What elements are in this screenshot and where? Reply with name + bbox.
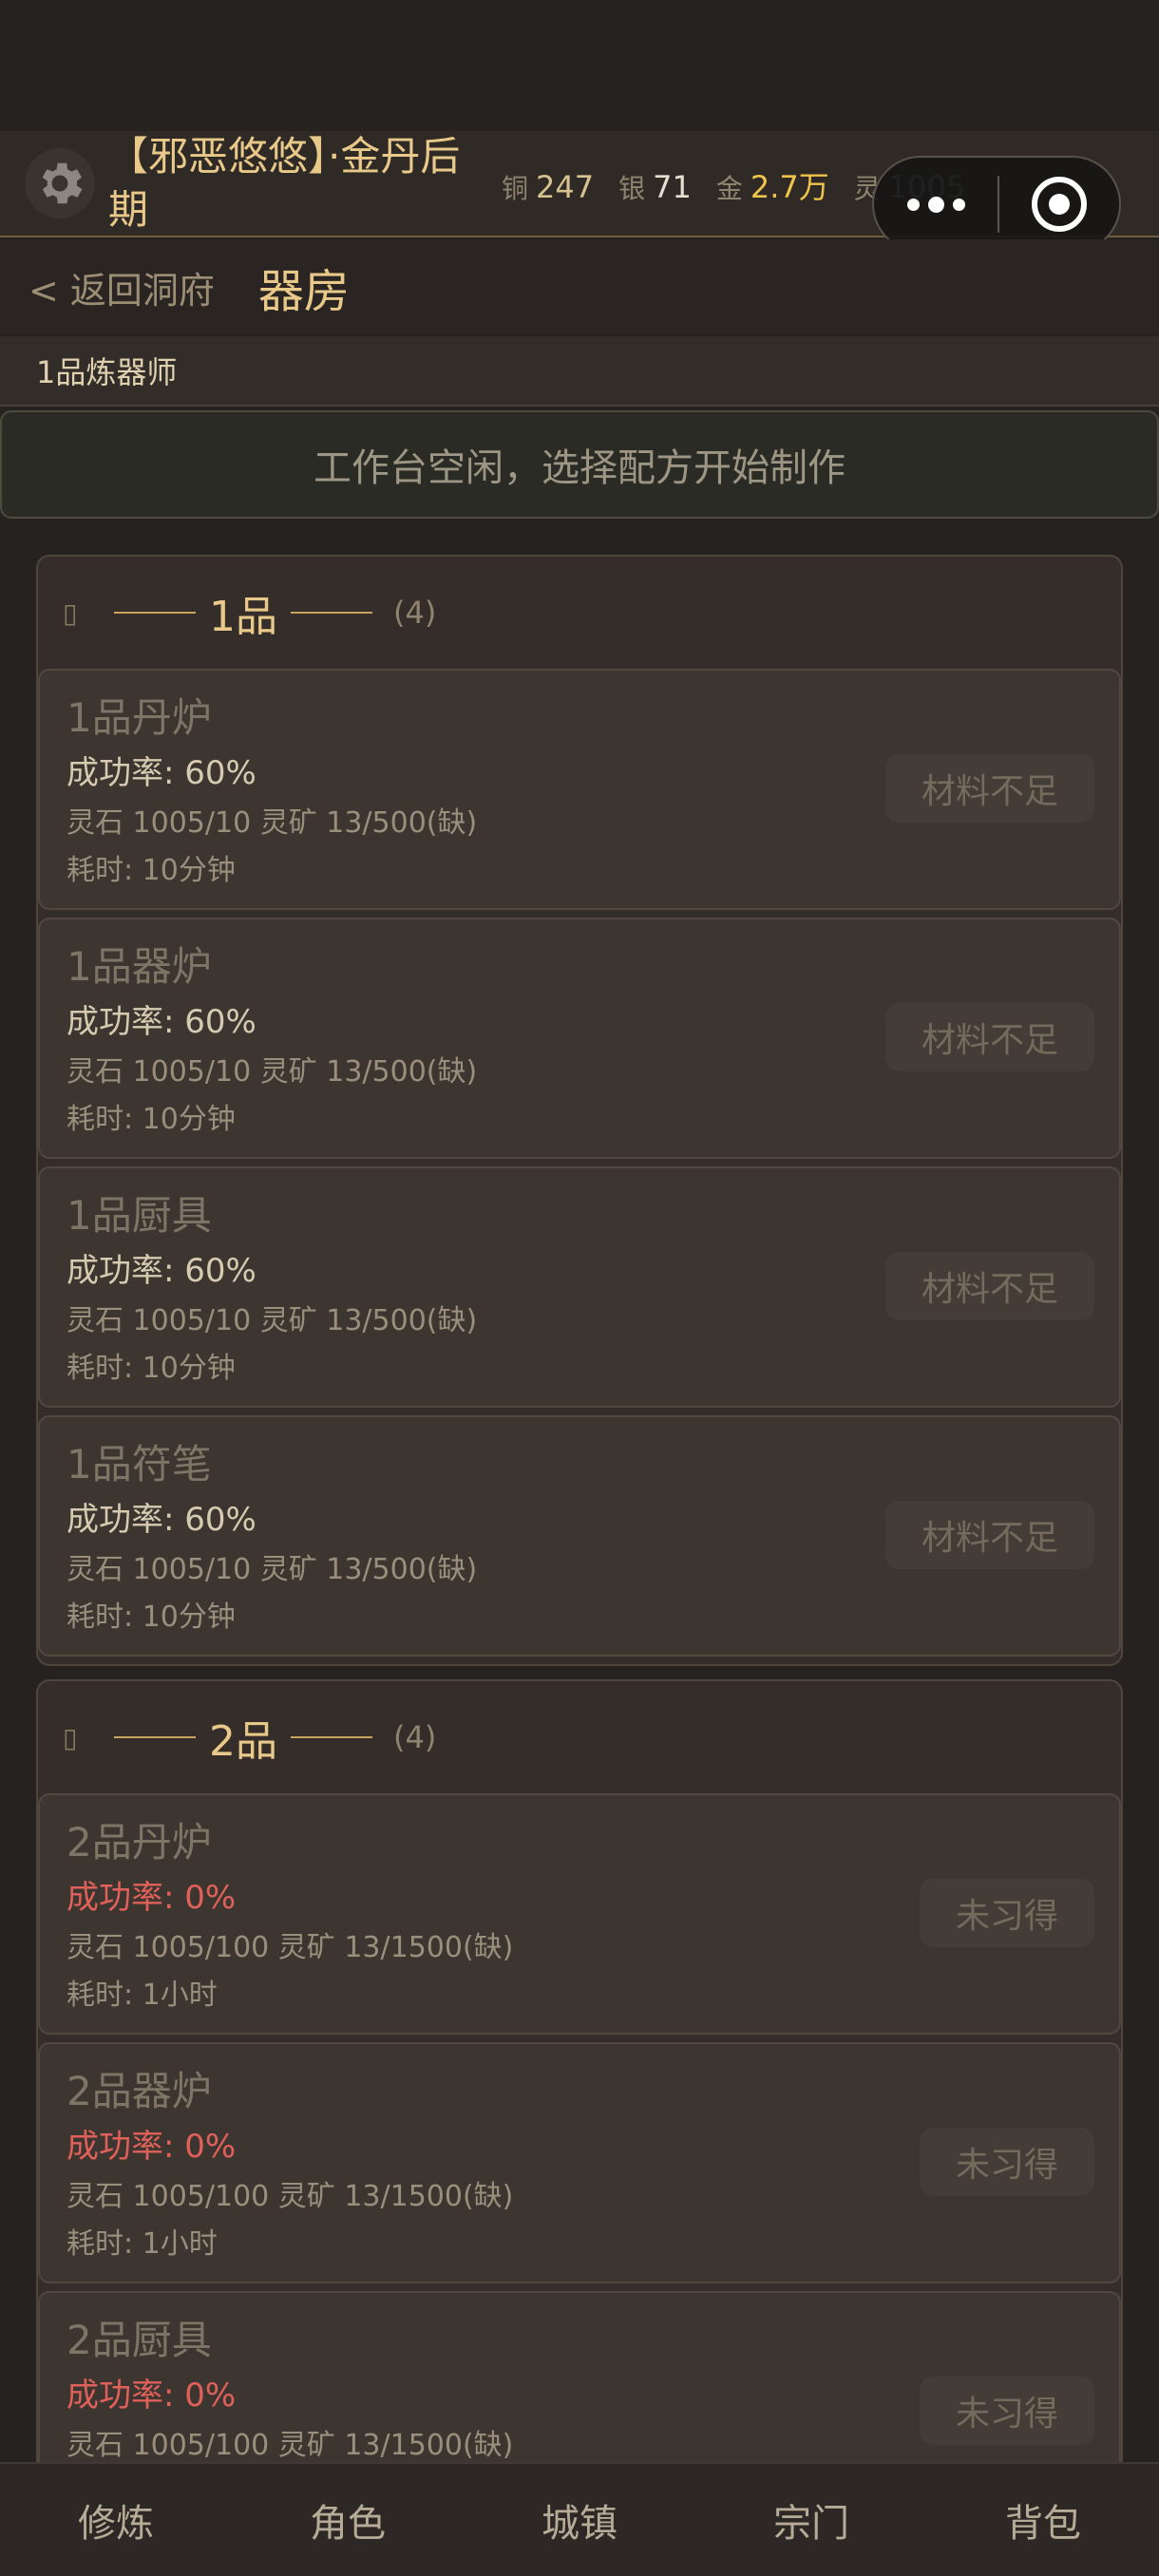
craft-button[interactable]: 材料不足 <box>884 754 1094 823</box>
tab-backpack[interactable]: 背包 <box>927 2464 1159 2576</box>
craft-time: 耗时: 10分钟 <box>66 1352 236 1385</box>
craft-time: 耗时: 10分钟 <box>66 1601 236 1634</box>
divider <box>114 1736 196 1738</box>
recipe-name: 2品厨具 <box>66 2317 212 2363</box>
recipe-group-2: ▯ 2品 (4) 2品丹炉 成功率: 0% 灵石 1005/100 灵矿 13/… <box>36 1679 1123 2542</box>
craft-button[interactable]: 材料不足 <box>884 1252 1094 1320</box>
recipe-name: 2品丹炉 <box>66 1819 212 1866</box>
back-button[interactable]: < 返回洞府 <box>28 261 215 313</box>
collapse-icon: ▯ <box>63 1721 78 1753</box>
craft-button[interactable]: 未习得 <box>919 2377 1094 2445</box>
more-button[interactable] <box>874 158 998 251</box>
craft-time: 耗时: 10分钟 <box>66 1103 236 1136</box>
status-bar-area <box>0 0 1159 131</box>
recipe-name: 1品丹炉 <box>66 694 212 741</box>
character-name: 【邪恶悠悠】·金丹后期 <box>108 133 461 233</box>
recipe-list: ▯ 1品 (4) 1品丹炉 成功率: 60% 灵石 1005/10 灵矿 13/… <box>36 555 1123 2555</box>
group-count: (4) <box>393 595 437 631</box>
workbench-status: 工作台空闲，选择配方开始制作 <box>0 410 1159 519</box>
craft-button[interactable]: 材料不足 <box>884 1003 1094 1071</box>
divider <box>291 1736 372 1738</box>
nav-bar: < 返回洞府 器房 <box>0 239 1159 334</box>
settings-button[interactable] <box>25 148 95 218</box>
craft-button[interactable]: 未习得 <box>919 1879 1094 1947</box>
currency-label: 金 <box>715 173 743 204</box>
miniprogram-capsule <box>872 156 1121 253</box>
tab-cultivate[interactable]: 修炼 <box>0 2464 232 2576</box>
craft-button[interactable]: 材料不足 <box>884 1501 1094 1569</box>
recipe-group-1: ▯ 1品 (4) 1品丹炉 成功率: 60% 灵石 1005/10 灵矿 13/… <box>36 555 1123 1666</box>
currency-silver: 银 71 <box>618 168 692 206</box>
currency-label: 铜 <box>502 173 529 204</box>
group-count: (4) <box>393 1719 437 1755</box>
page-title: 器房 <box>257 265 350 318</box>
tab-character[interactable]: 角色 <box>232 2464 464 2576</box>
group-header[interactable]: ▯ 2品 (4) <box>38 1681 1121 1793</box>
currency-value: 71 <box>653 169 692 205</box>
gear-icon <box>42 162 83 204</box>
tab-town[interactable]: 城镇 <box>464 2464 695 2576</box>
group-header[interactable]: ▯ 1品 (4) <box>38 557 1121 669</box>
currency-label: 银 <box>618 173 646 204</box>
recipe-name: 2品器炉 <box>66 2068 212 2114</box>
rank-label: 1品炼器师 <box>0 336 1159 407</box>
craft-time: 耗时: 10分钟 <box>66 854 236 887</box>
recipe-card: 2品器炉 成功率: 0% 灵石 1005/100 灵矿 13/1500(缺) 耗… <box>38 2042 1121 2283</box>
recipe-card: 2品丹炉 成功率: 0% 灵石 1005/100 灵矿 13/1500(缺) 耗… <box>38 1793 1121 2035</box>
currency-value: 247 <box>536 169 595 205</box>
more-dot-icon <box>952 198 965 211</box>
currency-copper: 铜 247 <box>502 168 594 206</box>
group-title: 2品 <box>209 1717 277 1766</box>
recipe-name: 1品符笔 <box>66 1441 212 1487</box>
tab-sect[interactable]: 宗门 <box>695 2464 927 2576</box>
close-miniprogram-button[interactable] <box>999 177 1119 232</box>
more-dot-icon <box>906 198 920 211</box>
divider <box>114 612 196 614</box>
recipe-name: 1品器炉 <box>66 943 212 990</box>
recipe-card: 1品符笔 成功率: 60% 灵石 1005/10 灵矿 13/500(缺) 耗时… <box>38 1415 1121 1657</box>
more-dot-icon <box>927 196 944 213</box>
craft-time: 耗时: 1小时 <box>66 2227 218 2261</box>
recipe-card: 1品丹炉 成功率: 60% 灵石 1005/10 灵矿 13/500(缺) 耗时… <box>38 669 1121 910</box>
collapse-icon: ▯ <box>63 597 78 629</box>
target-icon <box>1032 177 1087 232</box>
craft-time: 耗时: 1小时 <box>66 1979 218 2012</box>
currency-gold: 金 2.7万 <box>716 163 829 207</box>
recipe-card: 1品器炉 成功率: 60% 灵石 1005/10 灵矿 13/500(缺) 耗时… <box>38 918 1121 1159</box>
craft-button[interactable]: 未习得 <box>919 2128 1094 2196</box>
currency-value: 2.7万 <box>750 169 829 205</box>
group-title: 1品 <box>209 593 277 641</box>
bottom-tab-bar: 修炼 角色 城镇 宗门 背包 <box>0 2462 1159 2576</box>
recipe-name: 1品厨具 <box>66 1192 212 1239</box>
top-bar: 【邪恶悠悠】·金丹后期 铜 247 银 71 金 2.7万 灵 1005 <box>0 131 1159 253</box>
divider <box>291 612 372 614</box>
recipe-card: 1品厨具 成功率: 60% 灵石 1005/10 灵矿 13/500(缺) 耗时… <box>38 1166 1121 1408</box>
